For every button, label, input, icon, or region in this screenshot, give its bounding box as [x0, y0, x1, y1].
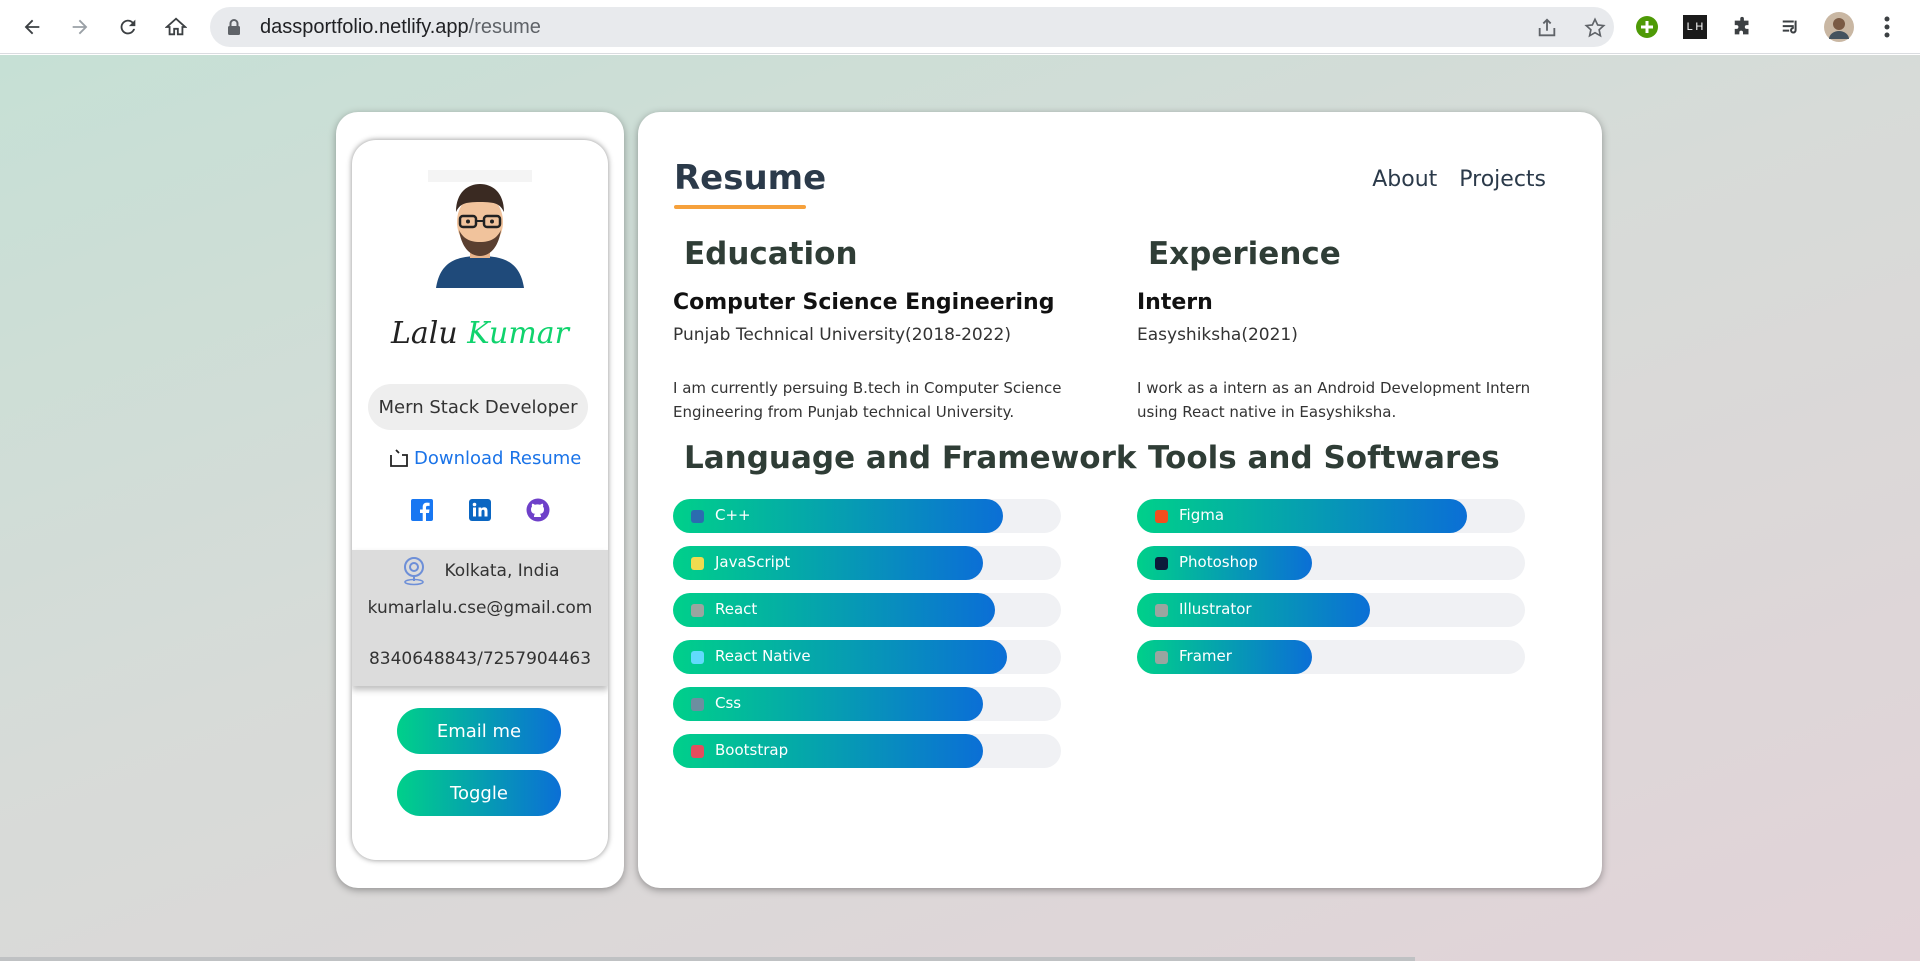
- contact-panel: Kolkata, India kumarlalu.cse@gmail.com 8…: [352, 550, 608, 686]
- illustrator-icon: [1155, 604, 1168, 617]
- react-native-icon: [691, 651, 704, 664]
- bookmark-star-icon[interactable]: [1584, 17, 1606, 39]
- home-icon: [165, 17, 187, 36]
- location-pin-icon: [403, 557, 424, 586]
- skill-bar: C++: [673, 499, 1061, 533]
- role-badge: Mern Stack Developer: [368, 384, 588, 430]
- tools-heading: Tools and Softwares: [1148, 440, 1500, 476]
- education-title: Computer Science Engineering: [673, 290, 1055, 315]
- skill-bar: Css: [673, 687, 1061, 721]
- skill-label: React Native: [715, 647, 811, 665]
- profile-avatar-icon[interactable]: [1824, 12, 1854, 42]
- skill-bar: JavaScript: [673, 546, 1061, 580]
- media-queue-icon[interactable]: [1776, 12, 1806, 42]
- skill-bar: React Native: [673, 640, 1061, 674]
- reload-button[interactable]: [110, 9, 146, 45]
- profile-name: Lalu Kumar: [352, 316, 608, 351]
- lock-icon: [228, 19, 240, 35]
- menu-kebab-icon[interactable]: [1872, 12, 1902, 42]
- cpp-icon: [691, 510, 704, 523]
- linkedin-icon[interactable]: [468, 498, 492, 522]
- first-name: Lalu: [390, 316, 458, 351]
- education-subtitle: Punjab Technical University(2018-2022): [673, 325, 1011, 345]
- resume-card: Resume About Projects Education Computer…: [638, 112, 1602, 888]
- toggle-button[interactable]: Toggle: [397, 770, 561, 816]
- github-icon[interactable]: [526, 498, 550, 522]
- skill-label: Photoshop: [1179, 553, 1258, 571]
- back-button[interactable]: [14, 9, 50, 45]
- photoshop-icon: [1155, 557, 1168, 570]
- avatar: [428, 170, 532, 288]
- extension-add-icon[interactable]: [1632, 12, 1662, 42]
- skill-label: Bootstrap: [715, 741, 789, 759]
- url-domain: dassportfolio.netlify.app: [260, 16, 469, 38]
- skill-label: Css: [715, 694, 742, 712]
- page-background: Lalu Kumar Mern Stack Developer Download…: [0, 55, 1920, 961]
- skill-bar: Figma: [1137, 499, 1525, 533]
- download-resume-link[interactable]: Download Resume: [388, 445, 581, 471]
- skill-label: React: [715, 600, 758, 618]
- url-path: /resume: [468, 16, 541, 38]
- home-button[interactable]: [158, 9, 194, 45]
- languages-heading: Language and Framework: [684, 440, 1137, 476]
- bootstrap-icon: [691, 745, 704, 758]
- react-icon: [691, 604, 704, 617]
- download-resume-label: Download Resume: [414, 447, 582, 469]
- top-nav: About Projects: [1372, 167, 1546, 192]
- framer-icon: [1155, 651, 1168, 664]
- phone-text: 8340648843/7257904463: [368, 649, 592, 669]
- download-icon: [390, 449, 408, 467]
- tools-list: Figma Photoshop Illustrator Framer: [1137, 499, 1525, 687]
- languages-list: C++ JavaScript React React Native Css Bootstr…: [673, 499, 1061, 781]
- profile-card-outer: Lalu Kumar Mern Stack Developer Download…: [336, 112, 624, 888]
- skill-label: Illustrator: [1179, 600, 1252, 618]
- url-text: dassportfolio.netlify.app/resume: [260, 16, 541, 39]
- profile-card: Lalu Kumar Mern Stack Developer Download…: [352, 140, 608, 860]
- experience-description: I work as a intern as an Android Develop…: [1137, 379, 1531, 421]
- experience-title: Intern: [1137, 290, 1213, 315]
- location-row: Kolkata, India: [352, 556, 608, 586]
- email-text: kumarlalu.cse@gmail.com: [367, 598, 593, 618]
- facebook-icon[interactable]: [410, 498, 434, 522]
- skill-bar: Photoshop: [1137, 546, 1525, 580]
- javascript-icon: [691, 557, 704, 570]
- reload-icon: [120, 19, 136, 35]
- experience-subtitle: Easyshiksha(2021): [1137, 325, 1298, 345]
- browser-toolbar: dassportfolio.netlify.app/resume L H: [0, 0, 1920, 54]
- extensions-puzzle-icon[interactable]: [1728, 12, 1758, 42]
- title-underline: [674, 205, 806, 209]
- skill-bar: React: [673, 593, 1061, 627]
- skill-label: Figma: [1179, 506, 1225, 524]
- share-icon[interactable]: [1536, 17, 1558, 39]
- education-heading: Education: [684, 236, 858, 272]
- address-bar[interactable]: dassportfolio.netlify.app/resume: [210, 7, 1614, 47]
- nav-about[interactable]: About: [1372, 167, 1437, 192]
- education-description: I am currently persuing B.tech in Comput…: [673, 379, 1062, 421]
- page-title: Resume: [674, 158, 827, 198]
- location-text: Kolkata, India: [444, 561, 560, 581]
- skill-label: Framer: [1179, 647, 1232, 665]
- skill-label: JavaScript: [715, 553, 791, 571]
- bottom-scrollbar: [0, 957, 1415, 961]
- css-icon: [691, 698, 704, 711]
- social-links: [410, 498, 550, 522]
- skill-bar: Bootstrap: [673, 734, 1061, 768]
- back-arrow-icon: [24, 19, 40, 35]
- skill-level-fill: [1137, 593, 1370, 627]
- extension-lh-icon[interactable]: L H: [1680, 12, 1710, 42]
- skill-bar: Framer: [1137, 640, 1525, 674]
- nav-projects[interactable]: Projects: [1459, 167, 1546, 192]
- email-me-button[interactable]: Email me: [397, 708, 561, 754]
- skill-label: C++: [715, 506, 751, 524]
- experience-heading: Experience: [1148, 236, 1341, 272]
- forward-button[interactable]: [62, 9, 98, 45]
- last-name: Kumar: [467, 316, 570, 351]
- forward-arrow-icon: [72, 19, 88, 35]
- skill-bar: Illustrator: [1137, 593, 1525, 627]
- figma-icon: [1155, 510, 1168, 523]
